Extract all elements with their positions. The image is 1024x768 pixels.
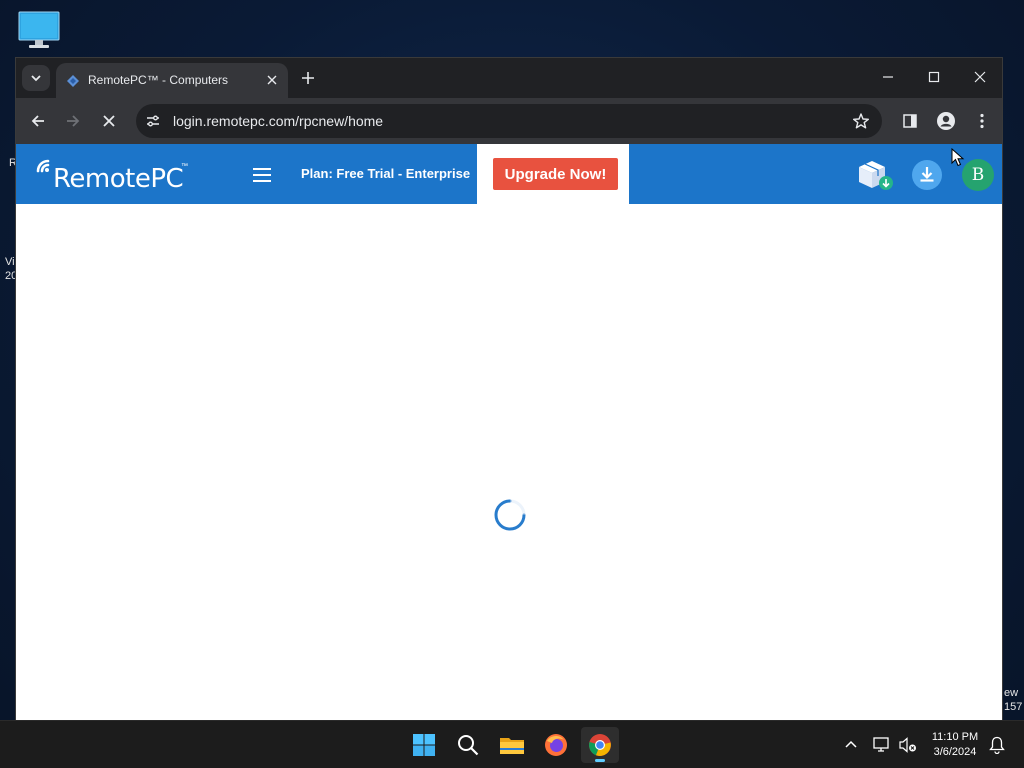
brand-name: RemotePC [53, 164, 184, 194]
tab-strip: RemotePC™ - Computers [16, 58, 1002, 98]
taskbar-search-button[interactable] [449, 727, 487, 763]
upgrade-container: Upgrade Now! [477, 144, 629, 204]
download-button[interactable] [911, 159, 943, 196]
chevron-down-icon [31, 75, 41, 82]
back-button[interactable] [24, 107, 52, 135]
desktop-label-fragment: ew [1004, 687, 1019, 699]
chevron-up-icon [845, 740, 857, 748]
plan-label: Plan: Free Trial - Enterprise [301, 166, 471, 181]
search-icon [458, 735, 479, 756]
download-icon [912, 160, 942, 190]
hamburger-menu-icon[interactable] [253, 168, 271, 182]
taskbar: 11:10 PM 3/6/2024 [0, 720, 1024, 768]
upgrade-now-button[interactable]: Upgrade Now! [493, 158, 618, 190]
remotepc-favicon-icon [67, 75, 79, 87]
plus-icon [302, 72, 314, 84]
minimize-icon [883, 76, 893, 78]
tab-title: RemotePC™ - Computers [88, 73, 229, 87]
mouse-cursor-icon [951, 148, 965, 167]
desktop-label-fragment: Vi [5, 256, 15, 268]
address-bar-url[interactable]: login.remotepc.com/rpcnew/home [173, 113, 383, 129]
profile-button[interactable] [932, 107, 960, 135]
address-bar[interactable]: login.remotepc.com/rpcnew/home [136, 104, 882, 138]
file-explorer-icon [500, 738, 524, 754]
maximize-button[interactable] [912, 64, 956, 90]
stop-loading-button[interactable] [95, 107, 123, 135]
stop-loading-icon [103, 115, 115, 127]
active-app-indicator [595, 759, 605, 762]
chrome-icon [589, 734, 611, 756]
chrome-taskbar-button[interactable] [581, 727, 619, 763]
deploy-package-icon[interactable] [856, 158, 894, 197]
kebab-menu-icon [980, 113, 984, 129]
user-avatar[interactable]: B [962, 159, 994, 191]
brand-trademark: ™ [181, 163, 188, 170]
desktop-label-fragment: 157 [1004, 701, 1023, 713]
close-window-button[interactable] [958, 64, 1002, 90]
volume-button[interactable] [898, 735, 918, 755]
clock-date: 3/6/2024 [933, 746, 977, 758]
browser-toolbar: login.remotepc.com/rpcnew/home [16, 98, 1002, 144]
profile-icon [937, 112, 955, 130]
new-tab-button[interactable] [296, 66, 320, 90]
maximize-icon [928, 71, 940, 83]
volume-muted-icon [899, 737, 916, 753]
close-icon [267, 75, 277, 85]
firefox-button[interactable] [537, 727, 575, 763]
browser-window: RemotePC™ - Computers login.remotepc.com… [15, 57, 1003, 721]
this-pc-desktop-icon[interactable] [17, 10, 61, 50]
notifications-button[interactable] [987, 735, 1007, 755]
close-icon [974, 71, 986, 83]
tab-remotepc-computers[interactable]: RemotePC™ - Computers [56, 63, 288, 98]
start-icon [413, 734, 435, 756]
file-explorer-button[interactable] [493, 727, 531, 763]
bell-icon [989, 736, 1005, 754]
network-status-button[interactable] [872, 735, 892, 755]
loading-spinner [494, 499, 526, 531]
side-panel-icon [903, 114, 917, 128]
tab-search-button[interactable] [22, 65, 50, 91]
back-arrow-icon [31, 115, 44, 127]
tune-icon[interactable] [145, 113, 161, 129]
side-panel-button[interactable] [896, 107, 924, 135]
clock-time: 11:10 PM [931, 731, 979, 743]
star-icon[interactable] [852, 112, 870, 130]
minimize-button[interactable] [866, 64, 910, 90]
forward-button[interactable] [59, 107, 87, 135]
network-icon [873, 737, 889, 752]
taskbar-clock[interactable]: 11:10 PM 3/6/2024 [922, 730, 988, 760]
show-hidden-icons-button[interactable] [841, 735, 861, 755]
tab-close-button[interactable] [264, 72, 280, 88]
firefox-icon [545, 734, 567, 756]
forward-arrow-icon [67, 115, 80, 127]
page-content: RemotePC ™ Plan: Free Trial - Enterprise… [16, 144, 1002, 721]
chrome-menu-button[interactable] [968, 107, 996, 135]
start-button[interactable] [405, 727, 443, 763]
app-header: RemotePC ™ Plan: Free Trial - Enterprise… [16, 144, 1002, 204]
